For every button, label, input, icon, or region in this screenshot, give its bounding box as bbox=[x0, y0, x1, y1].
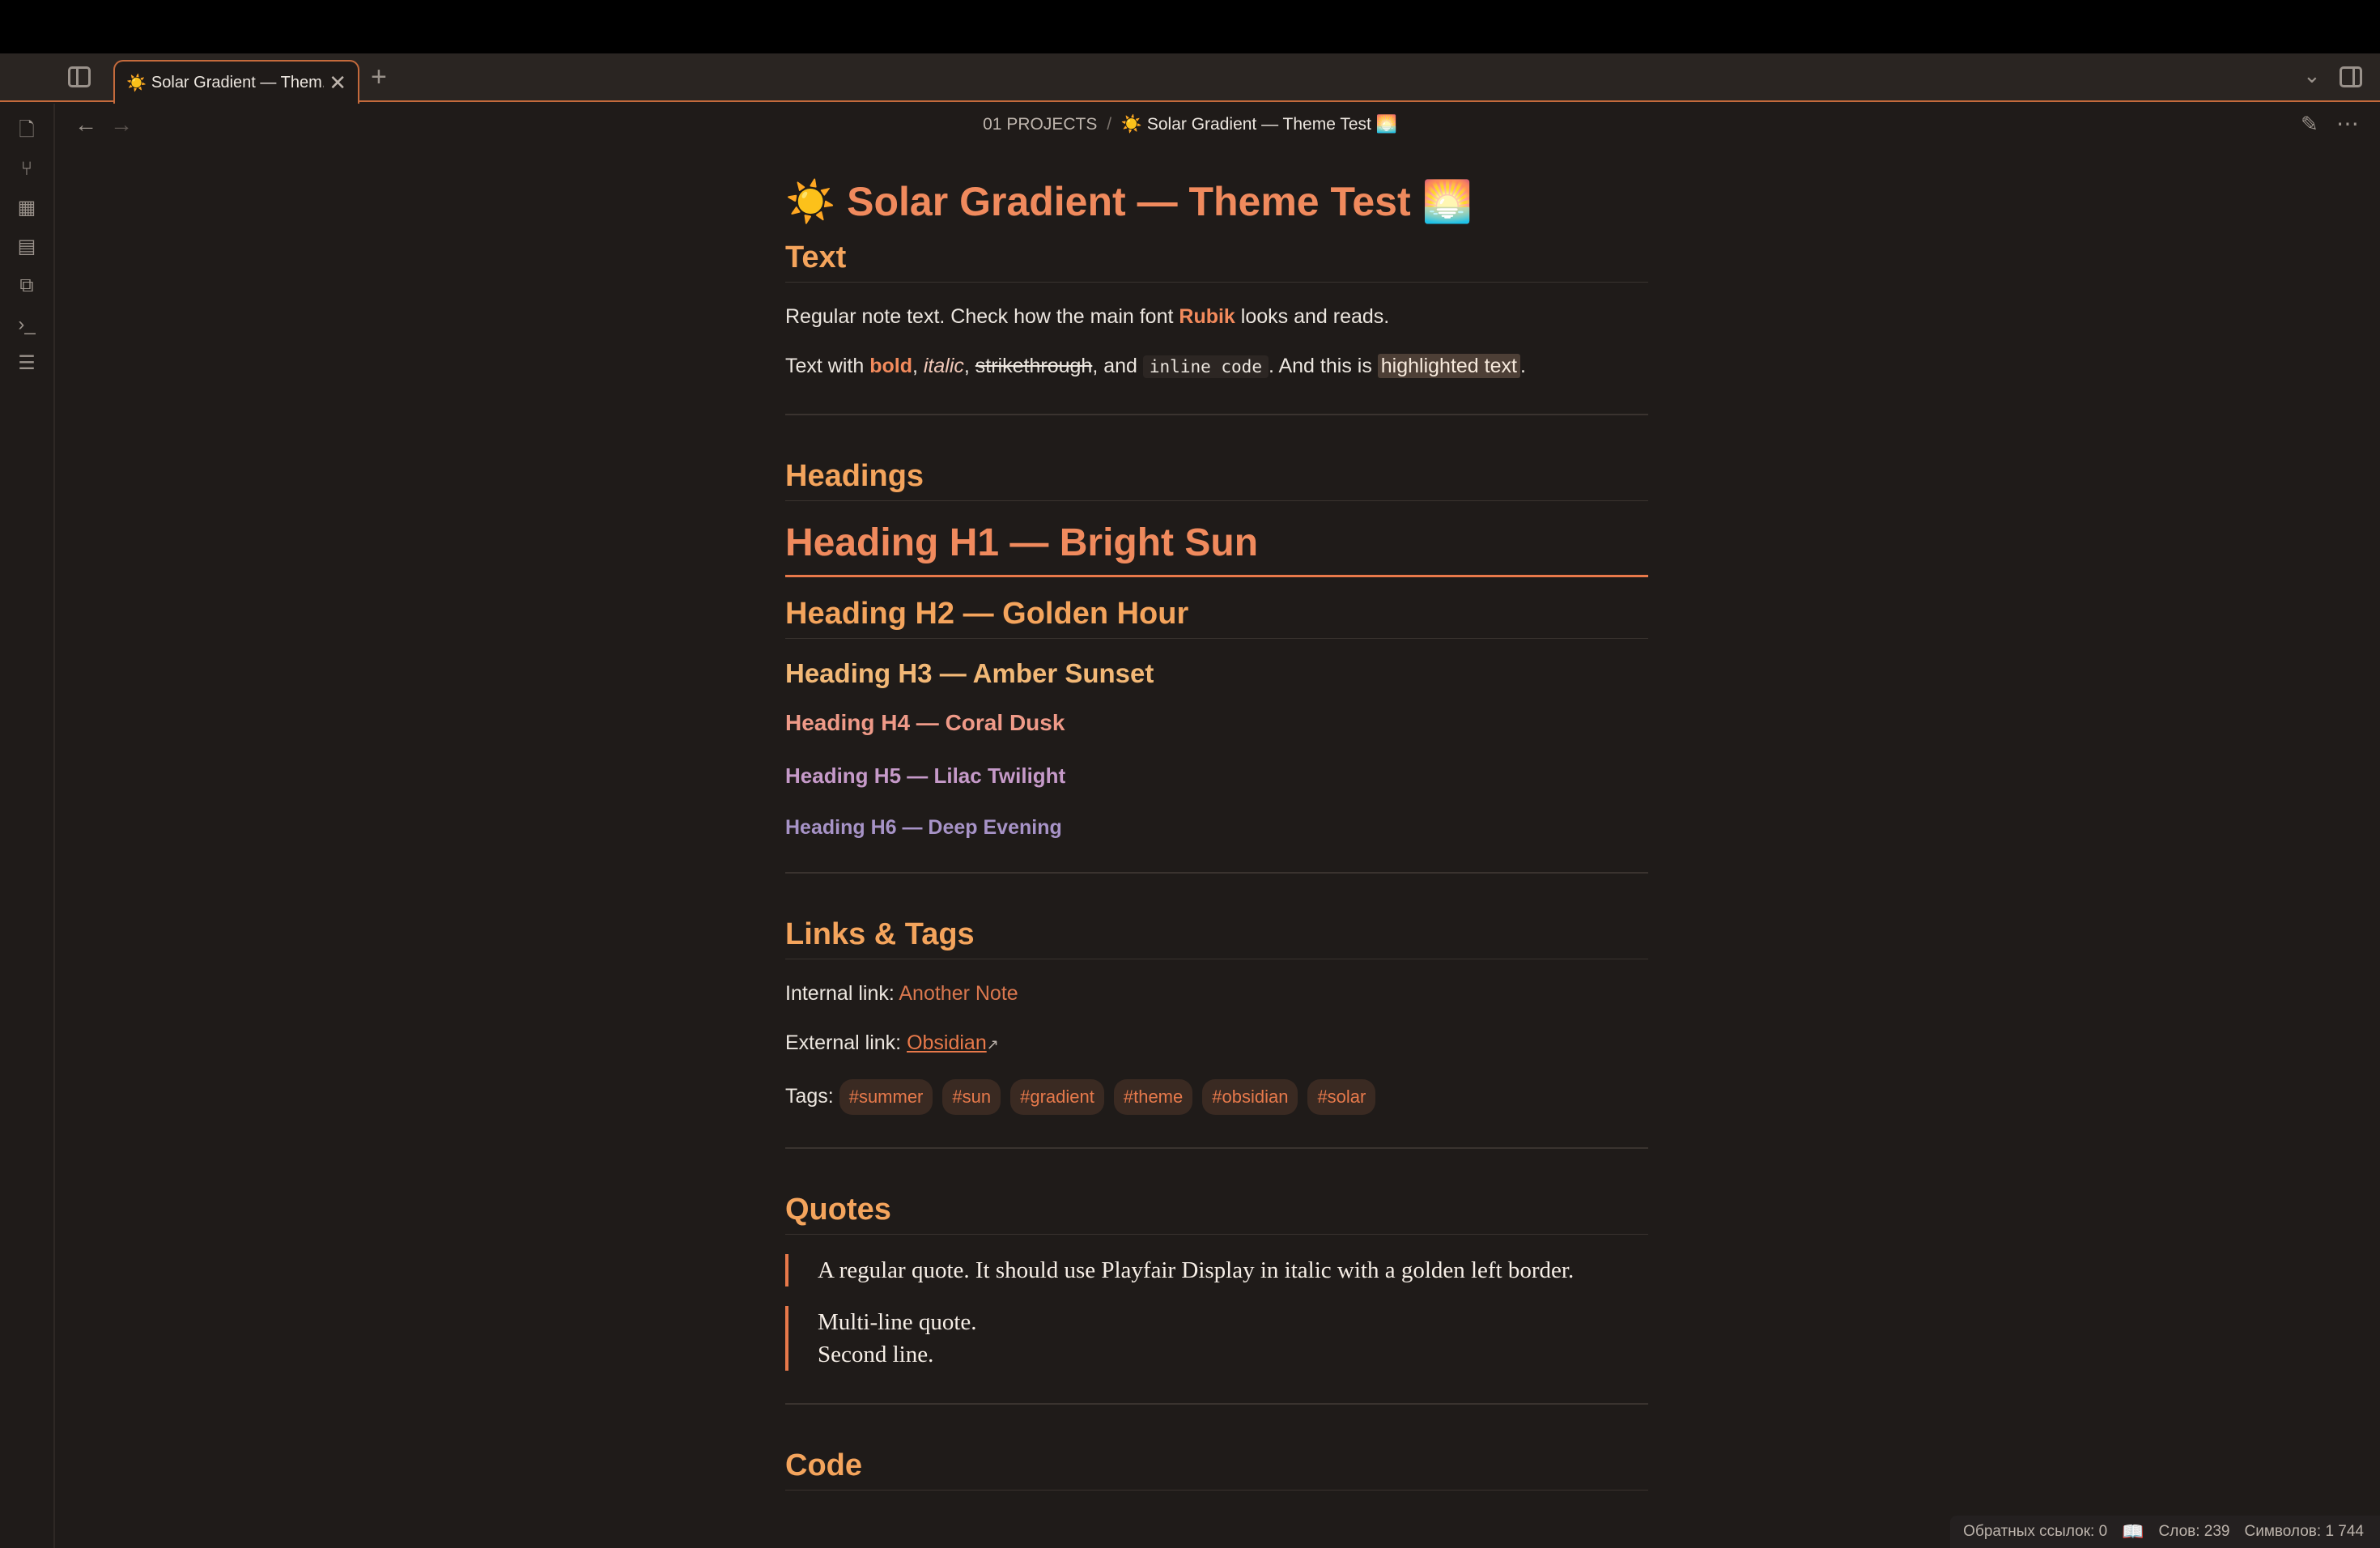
blockquote: A regular quote. It should use Playfair … bbox=[785, 1254, 1648, 1286]
heading-h2: Heading H2 — Golden Hour bbox=[785, 597, 1648, 639]
italic-text: italic bbox=[923, 355, 964, 377]
heading-h4: Heading H4 — Coral Dusk bbox=[785, 710, 1065, 735]
tab-active[interactable]: ☀️ Solar Gradient — Them... ✕ bbox=[113, 60, 359, 104]
text-run: External link: bbox=[785, 1031, 907, 1054]
backlinks-count[interactable]: Обратных ссылок: 0 bbox=[1963, 1523, 2107, 1541]
text-run: , bbox=[963, 355, 975, 377]
divider bbox=[785, 1147, 1648, 1149]
calendar-icon[interactable]: ▤ bbox=[15, 235, 39, 259]
right-sidebar-toggle-icon[interactable] bbox=[2340, 66, 2362, 87]
section-heading-code: Code bbox=[785, 1448, 1648, 1491]
sidebar-toggle-icon[interactable] bbox=[68, 66, 91, 87]
external-link-icon: ↗ bbox=[986, 1036, 999, 1053]
window-titlebar bbox=[0, 0, 2380, 53]
left-ribbon: 🗋 ⑂ ▦ ▤ ⧉ ›_ ☰ bbox=[0, 104, 55, 1548]
section-heading-headings: Headings bbox=[785, 459, 1648, 501]
paragraph-regular: Regular note text. Check how the main fo… bbox=[785, 302, 1648, 331]
graph-icon[interactable]: ⑂ bbox=[15, 157, 39, 181]
note-title: ☀️ Solar Gradient — Theme Test 🌅 bbox=[785, 179, 1473, 224]
edit-pencil-icon[interactable]: ✎ bbox=[2301, 112, 2318, 137]
char-count: Символов: 1 744 bbox=[2244, 1523, 2365, 1540]
breadcrumb-folder[interactable]: 01 PROJECTS bbox=[983, 115, 1097, 134]
more-options-icon[interactable]: ⋯ bbox=[2336, 110, 2360, 137]
text-run: Regular note text. Check how the main fo… bbox=[785, 305, 1179, 328]
font-name-highlight: Rubik bbox=[1179, 305, 1235, 328]
text-run: Tags: bbox=[785, 1085, 839, 1108]
text-run: . And this is bbox=[1268, 355, 1378, 377]
inline-code: inline code bbox=[1142, 355, 1269, 378]
grid-icon[interactable]: ▦ bbox=[15, 196, 39, 220]
tags-line: Tags: #summer #sun #gradient #theme #obsidia… bbox=[785, 1079, 1648, 1115]
tag-pill[interactable]: #sun bbox=[942, 1079, 1001, 1115]
text-run: . bbox=[1519, 355, 1526, 377]
quote-line: Multi-line quote. bbox=[818, 1309, 977, 1335]
tag-pill[interactable]: #obsidian bbox=[1202, 1079, 1298, 1115]
quote-line: Second line. bbox=[818, 1342, 934, 1367]
breadcrumb-current[interactable]: ☀️ Solar Gradient — Theme Test 🌅 bbox=[1121, 115, 1397, 134]
text-run: Text with bbox=[785, 355, 870, 377]
section-heading-text: Text bbox=[785, 240, 1648, 283]
breadcrumb-separator: / bbox=[1107, 115, 1112, 134]
text-run: Internal link: bbox=[785, 982, 899, 1005]
internal-link-line: Internal link: Another Note bbox=[785, 979, 1648, 1008]
tab-bar: ☀️ Solar Gradient — Them... ✕ bbox=[0, 53, 2380, 104]
tag-pill[interactable]: #summer bbox=[839, 1079, 933, 1115]
tag-pill[interactable]: #gradient bbox=[1010, 1079, 1104, 1115]
highlighted-text: highlighted text bbox=[1377, 354, 1520, 378]
external-link-line: External link: Obsidian↗ bbox=[785, 1028, 1648, 1059]
paragraph-formatting: Text with bold, italic, strikethrough, a… bbox=[785, 351, 1648, 381]
divider bbox=[785, 1403, 1648, 1405]
bold-text: bold bbox=[869, 355, 912, 377]
sun-emoji-icon: ☀️ bbox=[126, 74, 147, 92]
tab-title: Solar Gradient — Them... bbox=[151, 73, 325, 91]
section-heading-quotes: Quotes bbox=[785, 1193, 1648, 1235]
text-run: , and bbox=[1092, 355, 1143, 377]
blockquote-multiline: Multi-line quote. Second line. bbox=[785, 1306, 1648, 1371]
external-link[interactable]: Obsidian bbox=[907, 1031, 987, 1054]
section-heading-links: Links & Tags bbox=[785, 917, 1648, 959]
text-run: looks and reads. bbox=[1235, 305, 1390, 328]
heading-h3: Heading H3 — Amber Sunset bbox=[785, 658, 1154, 688]
terminal-icon[interactable]: ›_ bbox=[15, 313, 39, 337]
close-tab-icon[interactable]: ✕ bbox=[329, 70, 346, 96]
divider bbox=[785, 872, 1648, 874]
reading-view-icon[interactable]: 📖 bbox=[2122, 1521, 2144, 1542]
breadcrumb: 01 PROJECTS / ☀️ Solar Gradient — Theme … bbox=[0, 115, 2380, 134]
tab-list-chevron-icon[interactable]: ⌄ bbox=[2303, 63, 2321, 88]
copy-icon[interactable]: ⧉ bbox=[15, 274, 39, 298]
heading-h1: Heading H1 — Bright Sun bbox=[785, 521, 1648, 577]
text-run: , bbox=[912, 355, 924, 377]
divider bbox=[785, 414, 1648, 415]
new-tab-icon[interactable]: + bbox=[371, 62, 387, 93]
list-icon[interactable]: ☰ bbox=[15, 351, 39, 376]
tag-pill[interactable]: #solar bbox=[1307, 1079, 1376, 1115]
word-count: Слов: 239 bbox=[2158, 1523, 2230, 1540]
internal-link[interactable]: Another Note bbox=[899, 982, 1018, 1005]
strikethrough-text: strikethrough bbox=[975, 355, 1093, 377]
note-content: ☀️ Solar Gradient — Theme Test 🌅 Text Re… bbox=[785, 178, 1648, 1510]
heading-h5: Heading H5 — Lilac Twilight bbox=[785, 763, 1066, 788]
tag-pill[interactable]: #theme bbox=[1113, 1079, 1193, 1115]
status-bar: Обратных ссылок: 0 📖 Слов: 239 Символов:… bbox=[1950, 1516, 2380, 1548]
heading-h6: Heading H6 — Deep Evening bbox=[785, 816, 1062, 839]
